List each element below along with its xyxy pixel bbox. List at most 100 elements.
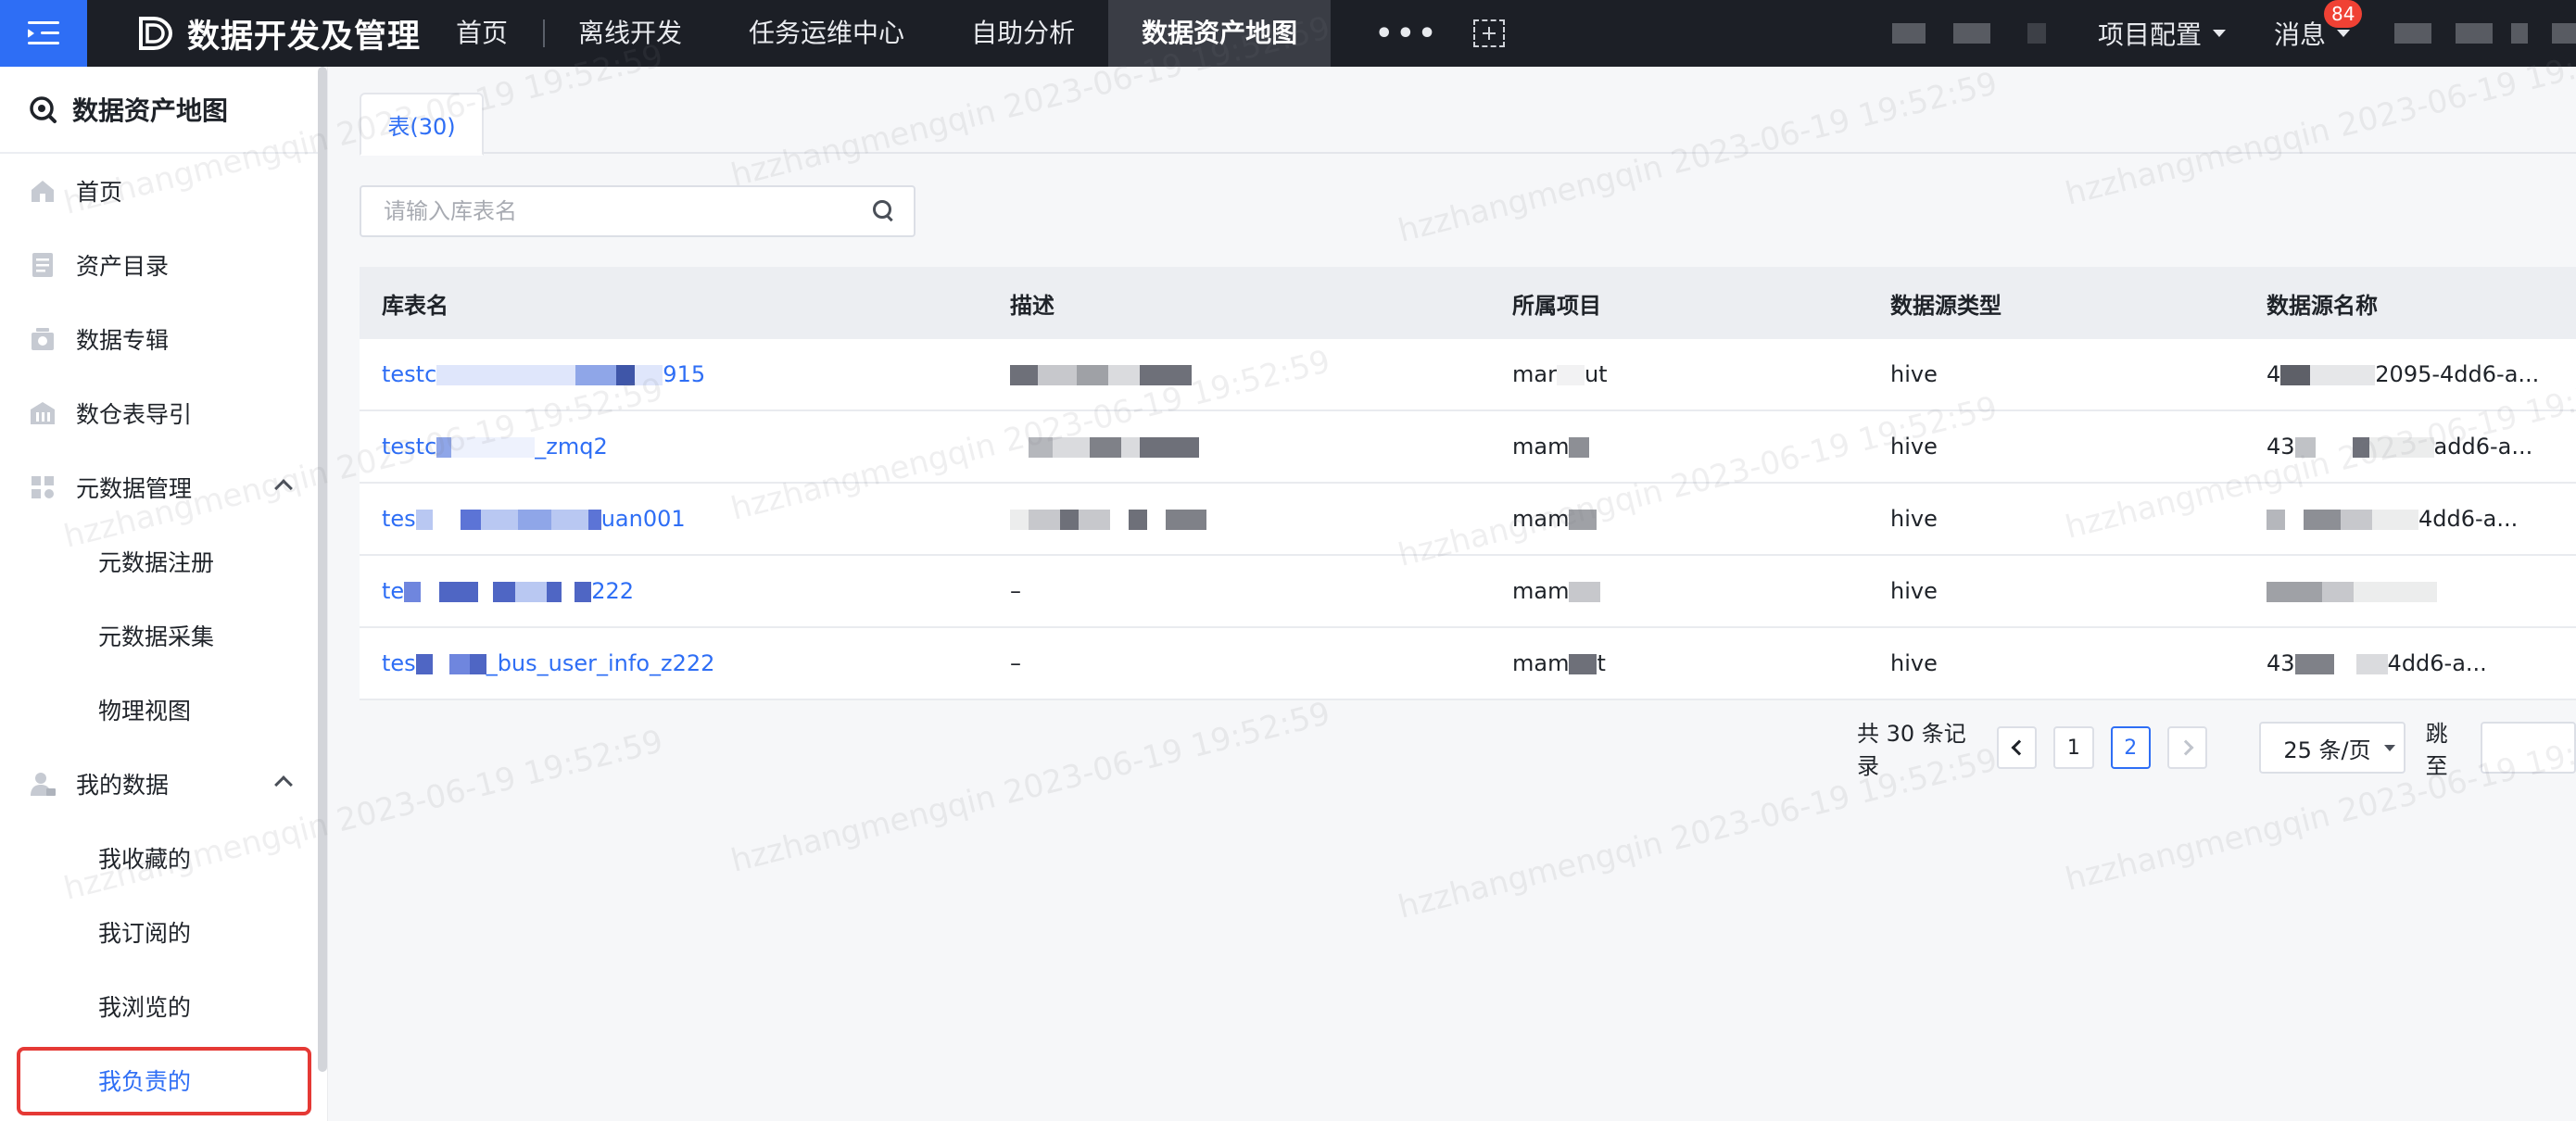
sidebar-item-catalog[interactable]: 资产目录 xyxy=(0,228,327,302)
redacted-block xyxy=(1077,365,1108,385)
chevron-down-icon xyxy=(2337,30,2350,37)
sidebar-item-album[interactable]: 数据专辑 xyxy=(0,302,327,376)
nav-item-self-analysis[interactable]: 自助分析 xyxy=(938,0,1108,67)
table-name-link[interactable]: testc 915 xyxy=(360,361,988,387)
redacted-block xyxy=(575,582,592,602)
add-tab-icon[interactable] xyxy=(1472,19,1505,47)
page-size-select[interactable]: 25 条/页 xyxy=(2259,722,2406,774)
source-name-part: add6-a... xyxy=(2433,434,2533,460)
asset-map-icon xyxy=(30,96,57,123)
nav-item-offline-dev[interactable]: 离线开发 xyxy=(545,0,715,67)
sidebar-item-label: 物理视图 xyxy=(98,698,192,724)
chevron-up-icon[interactable] xyxy=(274,775,293,794)
table-row[interactable]: te 222 – mam hive xyxy=(360,556,2576,628)
sidebar-item-my-browsed[interactable]: 我浏览的 xyxy=(0,969,327,1043)
tab-tables[interactable]: 表(30) xyxy=(360,93,484,156)
sidebar-item-label: 元数据采集 xyxy=(98,623,215,650)
messages-badge: 84 xyxy=(2323,0,2363,28)
brand-title: 数据开发及管理 xyxy=(187,18,422,56)
nav-item-home[interactable]: 首页 xyxy=(445,0,543,67)
sidebar-item-metadata[interactable]: 元数据管理 xyxy=(0,450,327,524)
total-records: 共 30 条记录 xyxy=(1857,721,1966,779)
sidebar-scrollbar[interactable] xyxy=(318,67,327,1072)
menu-icon xyxy=(28,21,59,45)
page-button-2[interactable]: 2 xyxy=(2110,726,2151,769)
prev-page-button[interactable] xyxy=(1996,726,2038,769)
source-type-cell: hive xyxy=(1890,650,1938,676)
sidebar-item-warehouse[interactable]: 数仓表导引 xyxy=(0,376,327,450)
project-part: mam xyxy=(1512,506,1570,532)
menu-toggle-button[interactable] xyxy=(0,0,87,67)
table-row[interactable]: tes _bus_user_info_z222 – mam t hive 43 4dd… xyxy=(360,628,2576,700)
redacted-block xyxy=(2355,654,2388,674)
page-button-1[interactable]: 1 xyxy=(2053,726,2094,769)
redacted-block xyxy=(460,510,481,530)
sidebar-item-label: 我的数据 xyxy=(76,772,170,799)
nav-item-asset-map[interactable]: 数据资产地图 xyxy=(1108,0,1332,67)
sidebar-item-label: 我浏览的 xyxy=(98,994,192,1021)
chevron-down-icon xyxy=(2212,30,2226,37)
redacted-block xyxy=(478,582,494,602)
project-part: t xyxy=(1597,650,1606,676)
sidebar-item-metadata-collect[interactable]: 元数据采集 xyxy=(0,598,327,673)
column-header-project[interactable]: 所属项目 xyxy=(1490,287,1868,320)
description-cell xyxy=(988,506,1490,532)
highlight-outline xyxy=(17,1047,311,1115)
column-header-description[interactable]: 描述 xyxy=(988,287,1490,320)
redacted-block xyxy=(480,510,518,530)
redacted-block xyxy=(562,582,575,602)
project-part: mar xyxy=(1512,361,1557,387)
sidebar-item-home[interactable]: 首页 xyxy=(0,154,327,228)
next-page-button[interactable] xyxy=(2166,726,2208,769)
more-icon[interactable]: ••• xyxy=(1331,18,1470,50)
jump-to-input[interactable] xyxy=(2480,722,2576,774)
column-header-source-type[interactable]: 数据源类型 xyxy=(1868,287,2244,320)
table-name-part: uan001 xyxy=(600,506,686,532)
sidebar-item-metadata-register[interactable]: 元数据注册 xyxy=(0,524,327,598)
sidebar-item-label: 元数据注册 xyxy=(98,549,215,576)
sidebar-item-my-data[interactable]: 我的数据 xyxy=(0,747,327,821)
search-icon[interactable] xyxy=(873,200,893,220)
sidebar-item-my-subscriptions[interactable]: 我订阅的 xyxy=(0,895,327,969)
messages-menu[interactable]: 消息 84 xyxy=(2274,0,2363,52)
brand[interactable]: 数据开发及管理 xyxy=(135,0,421,67)
page-size-value: 25 条/页 xyxy=(2283,737,2371,763)
sidebar-item-physical-view[interactable]: 物理视图 xyxy=(0,673,327,747)
user-icon xyxy=(31,773,56,796)
redacted-block xyxy=(616,365,636,385)
project-cell: mar ut xyxy=(1490,361,1868,387)
project-config-menu[interactable]: 项目配置 xyxy=(2098,15,2226,52)
description-cell xyxy=(988,361,1490,387)
redacted-block xyxy=(2315,437,2353,458)
redacted-block xyxy=(1053,437,1090,458)
sidebar-item-label: 资产目录 xyxy=(76,253,170,280)
redacted-block xyxy=(2304,510,2341,530)
table-name-link[interactable]: testc _zmq2 xyxy=(360,434,988,460)
table-name-part: _bus_user_info_z222 xyxy=(486,650,715,676)
chevron-up-icon[interactable] xyxy=(274,479,293,498)
table-row[interactable]: testc 915 mar ut hive 4 2095-4dd6-a... xyxy=(360,339,2576,411)
table-name-link[interactable]: tes _bus_user_info_z222 xyxy=(360,650,988,676)
nav-item-task-ops[interactable]: 任务运维中心 xyxy=(715,0,938,67)
table-name-link[interactable]: tes uan001 xyxy=(360,506,988,532)
redacted-block xyxy=(2372,510,2418,530)
redacted-block xyxy=(448,654,470,674)
column-header-name[interactable]: 库表名 xyxy=(360,287,988,320)
redacted-block xyxy=(1891,23,1926,44)
home-icon xyxy=(32,181,54,202)
table-name-part: 222 xyxy=(591,578,634,604)
table-name-part: tes xyxy=(382,506,416,532)
album-icon xyxy=(32,328,54,350)
table-row[interactable]: tes uan001 mam hive 4dd6-a... xyxy=(360,484,2576,556)
redacted-block xyxy=(550,510,588,530)
sidebar-item-my-favorites[interactable]: 我收藏的 xyxy=(0,821,327,895)
column-header-source-name[interactable]: 数据源名称 xyxy=(2244,287,2576,320)
redacted-block xyxy=(469,654,486,674)
table-name-link[interactable]: te 222 xyxy=(360,578,988,604)
tables-table: 库表名 描述 所属项目 数据源类型 数据源名称 testc 915 mar ut h… xyxy=(360,267,2576,700)
redacted-block xyxy=(635,365,663,385)
redacted-block xyxy=(2341,510,2372,530)
search-input[interactable] xyxy=(361,187,862,235)
table-name-part: 915 xyxy=(663,361,706,387)
table-row[interactable]: testc _zmq2 mam hive 43 add6-a... xyxy=(360,411,2576,484)
